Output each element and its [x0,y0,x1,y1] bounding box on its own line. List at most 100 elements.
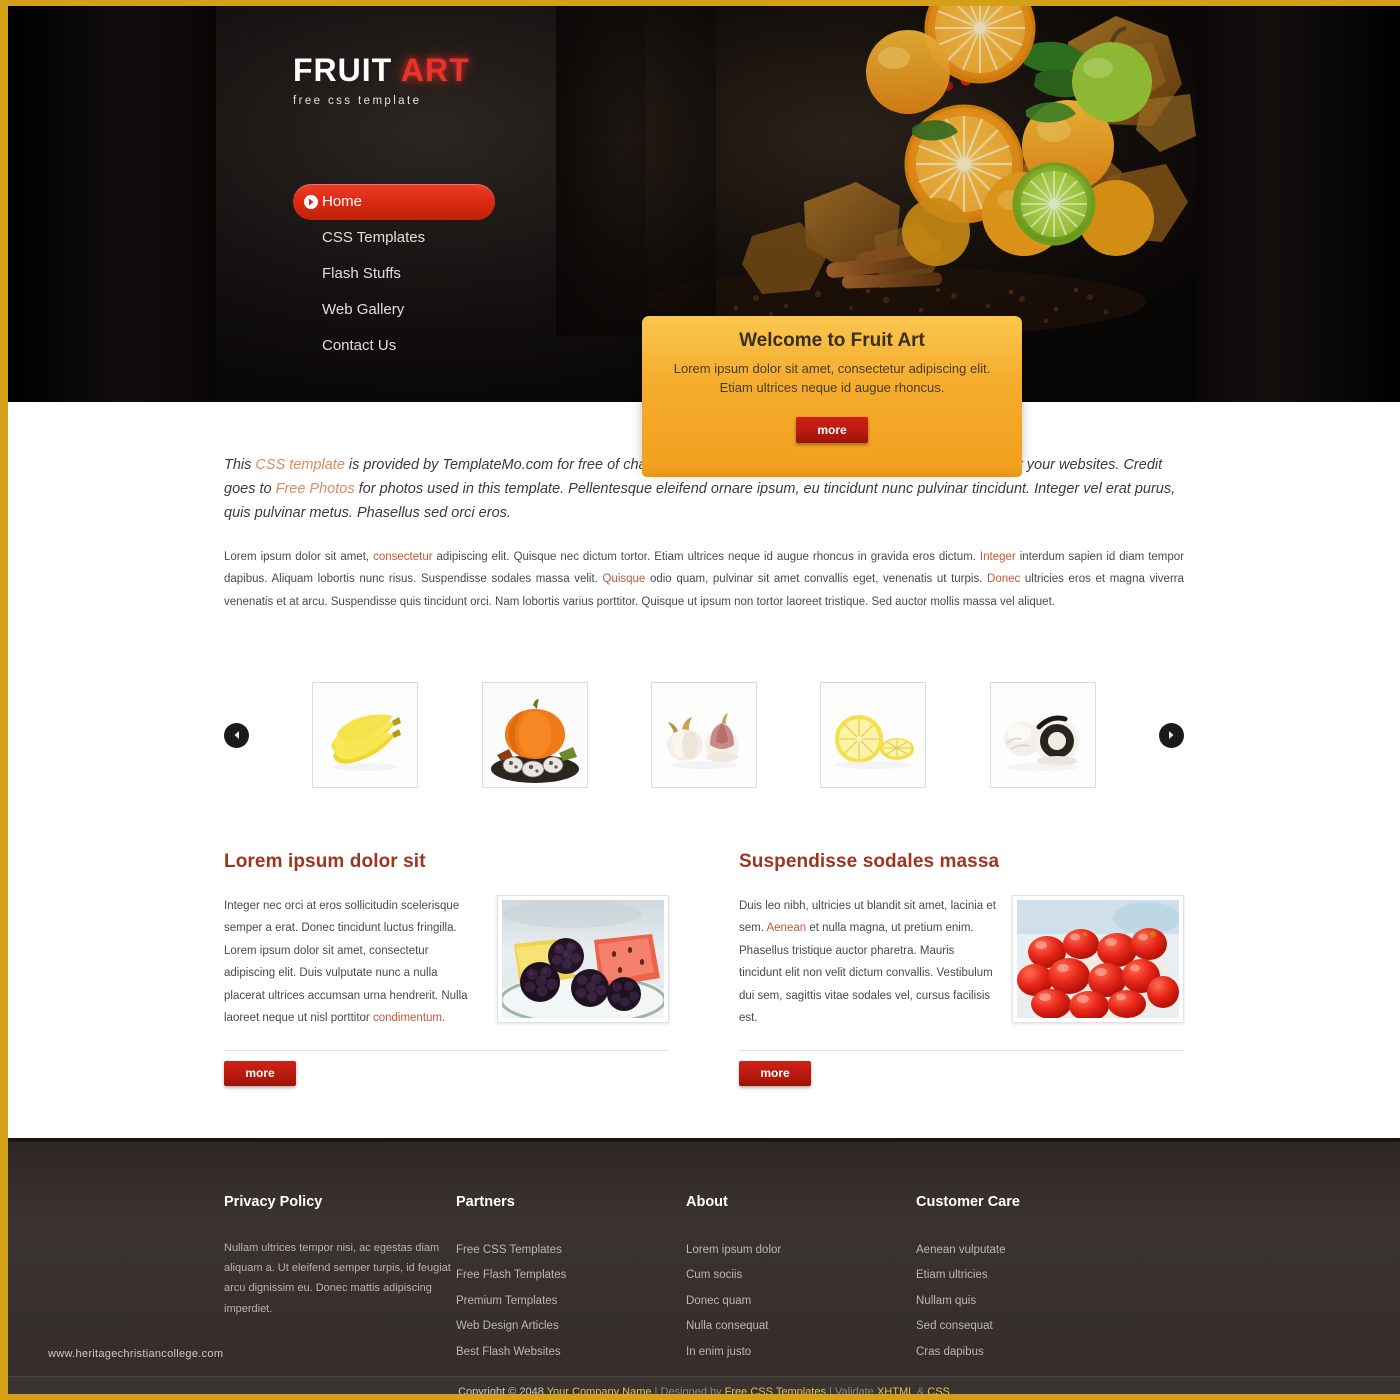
copyright-separator-2: | Validate [825,1385,877,1394]
welcome-more-button[interactable]: more [796,416,868,443]
footer-heading-about: About [686,1193,728,1210]
nav-label: Contact Us [322,337,397,354]
column-text-right: Duis leo nibh, ultricies ut blandit sit … [739,895,996,1030]
footer-link-lorem-ipsum-dolor[interactable]: Lorem ipsum dolor [686,1238,916,1264]
footer-link-best-flash-websites[interactable]: Best Flash Websites [456,1340,686,1366]
main-navigation: Home CSS Templates Flash Stuffs Web Gall… [293,184,503,364]
column-image-cherry-tomatoes [1012,895,1184,1024]
nav-label: Web Gallery [322,301,405,318]
footer-link-nulla-consequat[interactable]: Nulla consequat [686,1314,916,1340]
image-gallery-strip [224,675,1184,795]
footer-link-donec-quam[interactable]: Donec quam [686,1289,916,1315]
intro-text-1: This [224,457,256,473]
gallery-thumb-lemon[interactable] [820,682,927,789]
gallery-prev-arrow-icon[interactable] [224,722,249,748]
copyright-separator-1: | Designed by [651,1385,725,1394]
gallery-thumb-garlic[interactable] [650,682,757,789]
column-image-blackberries [497,895,669,1024]
site-logo[interactable]: FRUIT ART free css template [293,54,470,107]
column-text-b: . [442,1012,446,1025]
para-text-4: odio quam, pulvinar sit amet convallis e… [645,573,988,586]
nav-item-web-gallery[interactable]: Web Gallery [293,292,503,328]
footer-column-customer-care: Customer Care Aenean vulputate Etiam ult… [916,1194,1146,1366]
column-footer-right: more [739,1049,1184,1086]
footer-column-about: About Lorem ipsum dolor Cum sociis Donec… [686,1194,916,1366]
footer-link-free-flash-templates[interactable]: Free Flash Templates [456,1263,686,1289]
footer-link-in-enim-justo[interactable]: In enim justo [686,1340,916,1366]
nav-item-home[interactable]: Home [293,184,495,220]
copyright-css-link[interactable]: CSS [927,1386,950,1394]
footer-heading-partners: Partners [456,1193,515,1210]
footer-column-privacy-policy: Privacy Policy Nullam ultrices tempor ni… [224,1194,456,1366]
footer-heading-customer-care: Customer Care [916,1193,1020,1210]
copyright-prefix: Copyright © 2048 [458,1385,547,1394]
logo-main-text: FRUIT [293,52,401,88]
footer-link-nullam-quis[interactable]: Nullam quis [916,1289,1146,1315]
para-text-2: adipiscing elit. Quisque nec dictum tort… [432,550,980,563]
page-inner: FRUIT ART free css template Home CSS Tem… [8,6,1400,1394]
column-text-a: Integer nec orci at eros sollicitudin sc… [224,900,468,1025]
footer-text-privacy: Nullam ultrices tempor nisi, ac egestas … [224,1241,451,1315]
footer-link-etiam-ultricies[interactable]: Etiam ultricies [916,1263,1146,1289]
nav-label: CSS Templates [322,229,426,246]
welcome-heading: Welcome to Fruit Art [739,330,925,351]
nav-item-flash-stuffs[interactable]: Flash Stuffs [293,256,503,292]
nav-item-contact-us[interactable]: Contact Us [293,328,503,364]
welcome-box: Welcome to Fruit Art Lorem ipsum dolor s… [642,316,1022,477]
copyright-company-link[interactable]: Your Company Name [547,1386,652,1394]
footer-link-web-design-articles[interactable]: Web Design Articles [456,1314,686,1340]
intro-link-css-template[interactable]: CSS template [255,457,344,473]
column-text-left: Integer nec orci at eros sollicitudin sc… [224,895,481,1030]
logo-tagline: free css template [293,95,422,107]
footer-column-partners: Partners Free CSS Templates Free Flash T… [456,1194,686,1366]
column-text-b: et nulla magna, ut pretium enim. Phasell… [739,922,993,1025]
gallery-thumb-pumpkin[interactable] [481,682,588,789]
content-columns: Lorem ipsum dolor sit Integer nec orci a… [224,851,1184,1086]
para-link-consectetur[interactable]: consectetur [373,551,432,563]
copyright-xhtml-link[interactable]: XHTML [877,1386,914,1394]
copyright-designer-link[interactable]: Free CSS Templates [725,1386,826,1394]
para-link-donec[interactable]: Donec [987,573,1020,585]
site-footer: Privacy Policy Nullam ultrices tempor ni… [8,1137,1400,1394]
hero-banner: FRUIT ART free css template Home CSS Tem… [8,6,1400,477]
fruit-banner-image [556,6,1196,336]
site-watermark: www.heritagechristiancollege.com [48,1347,224,1360]
column-footer-left: more [224,1049,669,1086]
content-column-right: Suspendisse sodales massa Duis leo nibh,… [739,851,1184,1086]
copyright-bar: Copyright © 2048 Your Company Name | Des… [8,1375,1400,1394]
copyright-amp: & [913,1385,928,1394]
footer-link-free-css-templates[interactable]: Free CSS Templates [456,1238,686,1264]
column-link-condimentum[interactable]: condimentum [373,1012,442,1024]
intro-link-free-photos[interactable]: Free Photos [276,481,355,497]
column-more-button-left[interactable]: more [224,1060,296,1086]
footer-link-premium-templates[interactable]: Premium Templates [456,1289,686,1315]
para-link-quisque[interactable]: Quisque [602,573,645,585]
nav-item-css-templates[interactable]: CSS Templates [293,220,503,256]
nav-label: Home [322,193,363,210]
main-content: This CSS template is provided by Templat… [8,402,1400,1394]
column-link-aenean[interactable]: Aenean [766,922,806,934]
column-more-button-right[interactable]: more [739,1060,811,1086]
hero-left-gradient [8,6,218,402]
body-paragraph: Lorem ipsum dolor sit amet, consectetur … [224,546,1184,613]
footer-link-cras-dapibus[interactable]: Cras dapibus [916,1340,1146,1366]
intro-text-3: for photos used in this template. Pellen… [224,480,1176,521]
nav-label: Flash Stuffs [322,265,401,282]
gallery-thumb-bananas[interactable] [312,682,419,789]
logo-accent-text: ART [400,52,470,88]
footer-link-aenean-vulputate[interactable]: Aenean vulputate [916,1238,1146,1264]
welcome-body: Lorem ipsum dolor sit amet, consectetur … [673,361,991,395]
footer-link-cum-sociis[interactable]: Cum sociis [686,1263,916,1289]
logo-title: FRUIT ART [293,54,470,86]
hero-right-gradient [1188,6,1400,402]
page-frame: FRUIT ART free css template Home CSS Tem… [0,0,1400,1400]
para-text-1: Lorem ipsum dolor sit amet, [224,550,374,563]
gallery-thumb-mushrooms[interactable] [989,682,1096,789]
footer-link-sed-consequat[interactable]: Sed consequat [916,1314,1146,1340]
footer-heading-privacy: Privacy Policy [224,1193,323,1210]
column-heading-left: Lorem ipsum dolor sit [224,851,426,873]
column-heading-right: Suspendisse sodales massa [739,851,1000,873]
para-link-integer[interactable]: Integer [980,551,1016,563]
chevron-right-icon [304,195,318,209]
gallery-next-arrow-icon[interactable] [1158,722,1184,748]
